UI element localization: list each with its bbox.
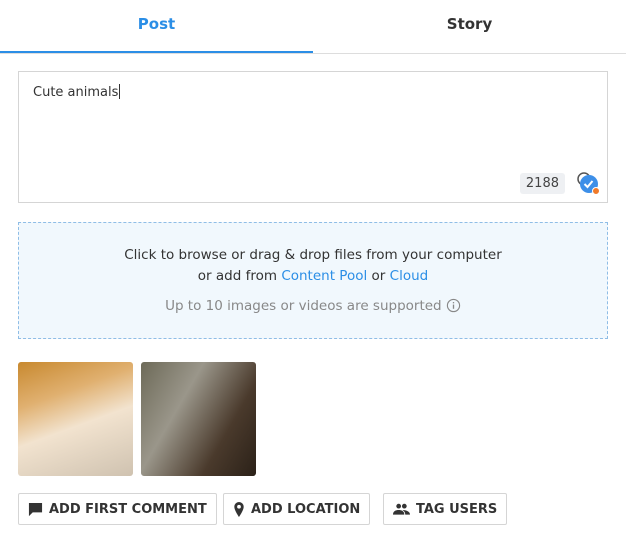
add-first-comment-button[interactable]: ADD FIRST COMMENT xyxy=(18,493,217,525)
post-text: Cute animals xyxy=(33,85,119,100)
users-icon xyxy=(393,503,410,515)
tab-story[interactable]: Story xyxy=(313,0,626,53)
location-pin-icon xyxy=(234,501,244,517)
button-label: ADD FIRST COMMENT xyxy=(49,501,207,517)
tag-users-button[interactable]: TAG USERS xyxy=(383,493,508,525)
tab-bar: Post Story xyxy=(0,0,626,54)
file-dropzone[interactable]: Click to browse or drag & drop files fro… xyxy=(18,222,608,339)
media-thumbnail-cats[interactable] xyxy=(18,362,133,476)
character-count: 2188 xyxy=(519,173,565,194)
add-location-button[interactable]: ADD LOCATION xyxy=(223,493,371,525)
dropzone-instructions: Click to browse or drag & drop files fro… xyxy=(124,247,502,263)
button-label: ADD LOCATION xyxy=(251,501,361,517)
cloud-link[interactable]: Cloud xyxy=(390,268,429,284)
emoji-check-icon[interactable] xyxy=(576,171,600,195)
content-pool-link[interactable]: Content Pool xyxy=(281,268,367,284)
tab-post[interactable]: Post xyxy=(0,0,313,53)
dropzone-hint: Up to 10 images or videos are supported xyxy=(165,298,442,314)
dropzone-or: or xyxy=(371,268,386,284)
media-thumbnail-koala[interactable] xyxy=(141,362,256,476)
info-icon[interactable] xyxy=(446,298,461,313)
dropzone-text: or add from xyxy=(197,268,278,284)
button-label: TAG USERS xyxy=(416,501,498,517)
comment-icon xyxy=(28,502,43,516)
post-text-editor[interactable]: Cute animals 2188 xyxy=(18,71,608,203)
